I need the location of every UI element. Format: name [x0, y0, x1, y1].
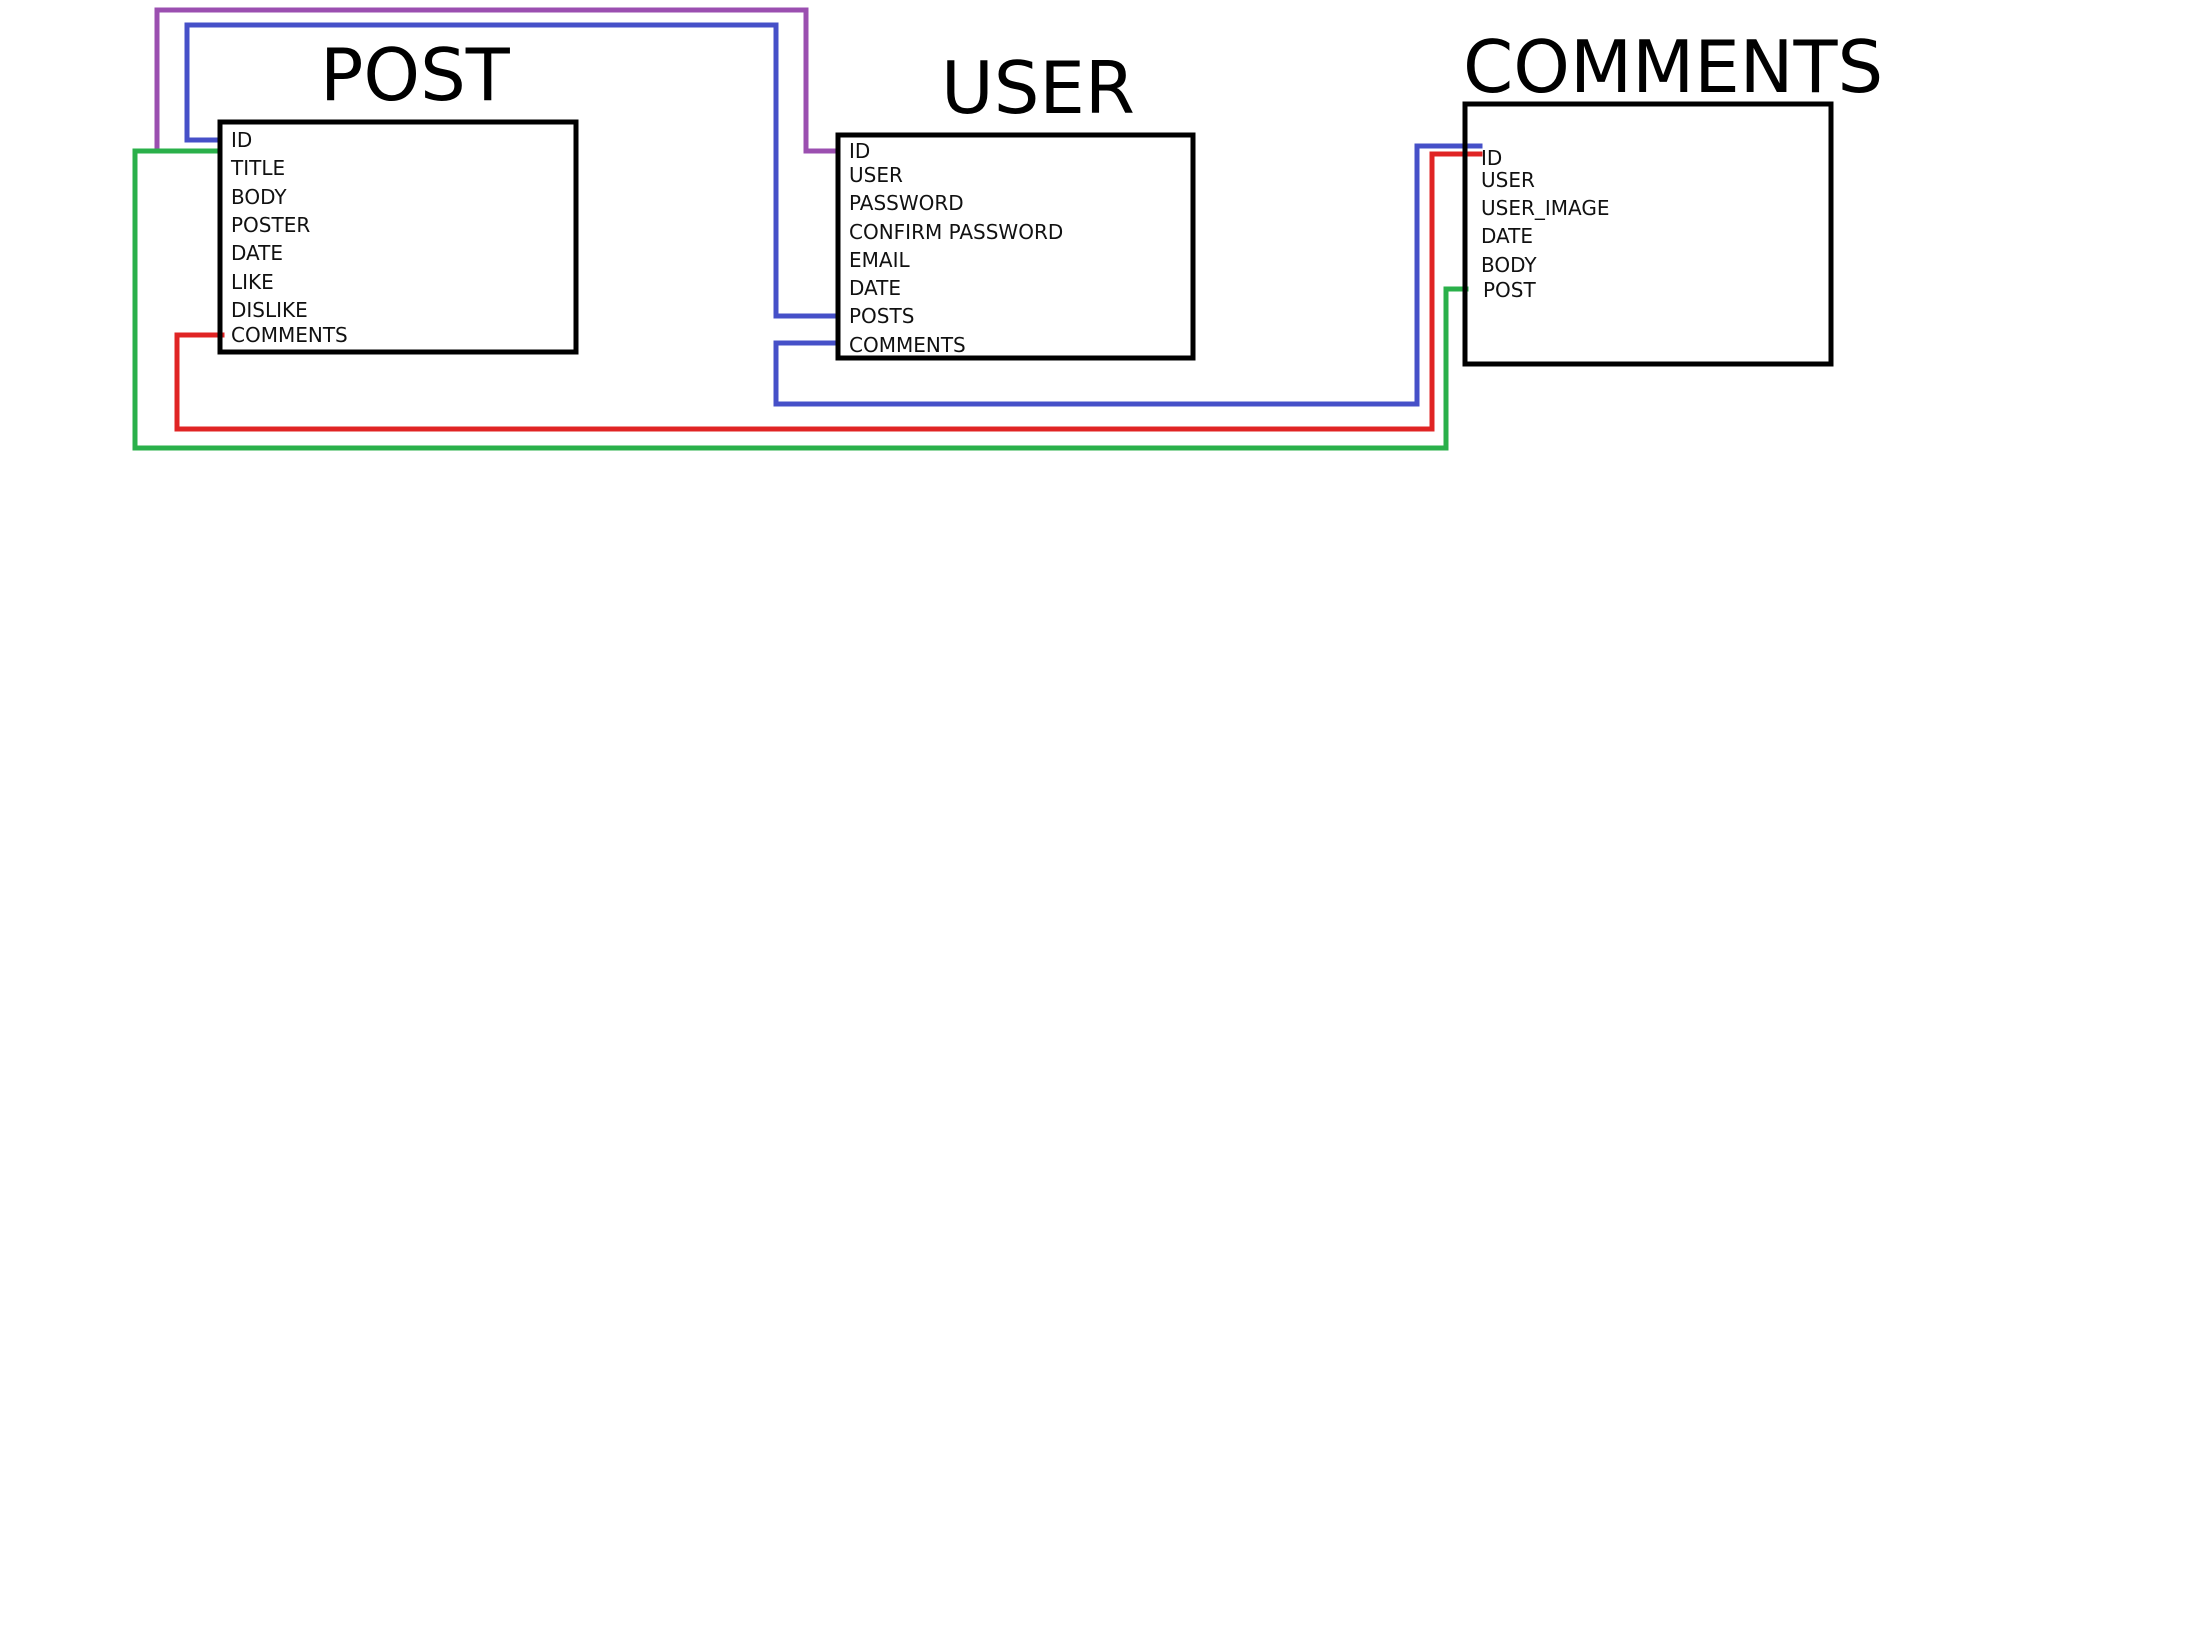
- post-field-dislike: DISLIKE: [231, 298, 308, 322]
- comments-field-user-image: USER_IMAGE: [1481, 196, 1610, 220]
- table-post-title: POST: [320, 33, 511, 117]
- user-field-email: EMAIL: [849, 248, 910, 272]
- post-field-like: LIKE: [231, 270, 274, 294]
- comments-field-body: BODY: [1481, 253, 1537, 277]
- post-field-date: DATE: [231, 241, 283, 265]
- user-field-user: USER: [849, 163, 903, 187]
- post-field-comments: COMMENTS: [231, 323, 348, 347]
- post-field-poster: POSTER: [231, 213, 310, 237]
- user-field-posts: POSTS: [849, 304, 914, 328]
- connector-post-comments-to-comments-id: [174, 151, 1483, 432]
- comments-field-id: ID: [1481, 146, 1502, 170]
- user-field-confirm-password: CONFIRM PASSWORD: [849, 220, 1063, 244]
- user-field-password: PASSWORD: [849, 191, 964, 215]
- er-diagram-canvas: POST ID TITLE BODY POSTER DATE LIKE DISL…: [132, 7, 1883, 451]
- table-comments: COMMENTS ID USER USER_IMAGE DATE BODY PO…: [1462, 25, 1883, 367]
- comments-field-date: DATE: [1481, 224, 1533, 248]
- comments-field-user: USER: [1481, 168, 1535, 192]
- post-field-title: TITLE: [230, 156, 285, 180]
- user-field-date: DATE: [849, 276, 901, 300]
- table-user-title: USER: [941, 46, 1135, 130]
- post-field-body: BODY: [231, 185, 287, 209]
- table-comments-title: COMMENTS: [1463, 25, 1883, 109]
- user-field-comments: COMMENTS: [849, 333, 966, 357]
- post-field-id: ID: [231, 128, 252, 152]
- user-field-id: ID: [849, 139, 870, 163]
- table-user: USER ID USER PASSWORD CONFIRM PASSWORD E…: [835, 46, 1196, 361]
- comments-field-post: POST: [1483, 278, 1536, 302]
- table-post: POST ID TITLE BODY POSTER DATE LIKE DISL…: [217, 33, 579, 355]
